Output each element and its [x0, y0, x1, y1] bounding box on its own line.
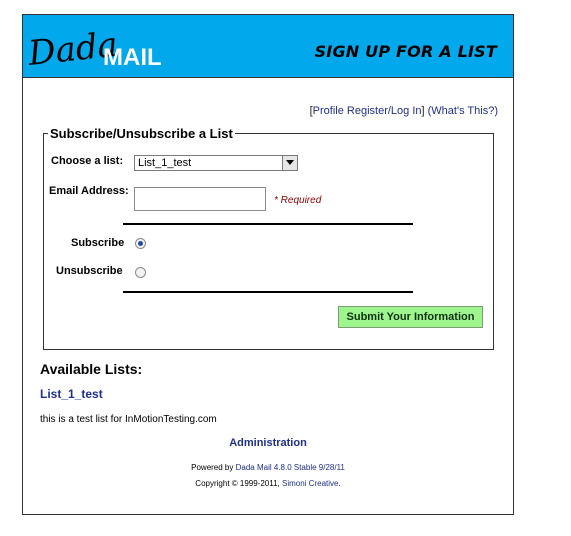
- powered-prefix: Powered by: [191, 463, 234, 472]
- unsubscribe-label: Unsubscribe: [56, 265, 123, 277]
- available-lists-heading: Available Lists:: [40, 361, 143, 377]
- administration-link[interactable]: Administration: [23, 437, 513, 449]
- list-select[interactable]: List_1_test: [134, 155, 298, 171]
- logo-mail-text: MAIL: [103, 44, 162, 71]
- profile-register-link[interactable]: Profile Register/Log In: [313, 105, 422, 117]
- subscribe-radio[interactable]: [135, 238, 146, 249]
- submit-button[interactable]: Submit Your Information: [338, 306, 483, 328]
- divider-top: [123, 223, 413, 225]
- copyright-line: Copyright © 1999-2011, Simoni Creative.: [23, 479, 513, 488]
- email-field[interactable]: [134, 187, 266, 211]
- dada-mail-logo: Dada MAIL: [27, 25, 162, 73]
- copyright-suffix: .: [338, 479, 341, 488]
- page-header-title: SIGN UP FOR A LIST: [314, 42, 497, 61]
- simoni-creative-link[interactable]: Simoni Creative: [282, 479, 338, 488]
- email-address-label: Email Address:: [49, 185, 129, 197]
- powered-by-line: Powered by Dada Mail 4.8.0 Stable 9/28/1…: [23, 463, 513, 472]
- dada-mail-version-link[interactable]: Dada Mail 4.8.0 Stable 9/28/11: [236, 463, 345, 472]
- subscribe-fieldset: Subscribe/Unsubscribe a List Choose a li…: [43, 126, 494, 350]
- list-select-value: List_1_test: [138, 157, 192, 169]
- list-name-link[interactable]: List_1_test: [40, 387, 103, 401]
- chevron-down-icon[interactable]: [282, 156, 297, 170]
- page-frame: Dada MAIL SIGN UP FOR A LIST [Profile Re…: [22, 14, 514, 515]
- choose-list-label: Choose a list:: [51, 155, 124, 167]
- header-banner: Dada MAIL SIGN UP FOR A LIST: [23, 15, 513, 78]
- required-note: * Required: [274, 195, 322, 206]
- profile-links: [Profile Register/Log In] (What's This?): [310, 105, 498, 117]
- fieldset-legend: Subscribe/Unsubscribe a List: [48, 126, 235, 141]
- copyright-prefix: Copyright © 1999-2011,: [195, 479, 280, 488]
- divider-bottom: [123, 291, 413, 293]
- whats-this-link[interactable]: (What's This?): [428, 105, 498, 117]
- subscribe-label: Subscribe: [71, 237, 125, 249]
- unsubscribe-radio[interactable]: [135, 267, 146, 278]
- list-description: this is a test list for InMotionTesting.…: [40, 414, 217, 425]
- bracket-close: ]: [421, 105, 425, 117]
